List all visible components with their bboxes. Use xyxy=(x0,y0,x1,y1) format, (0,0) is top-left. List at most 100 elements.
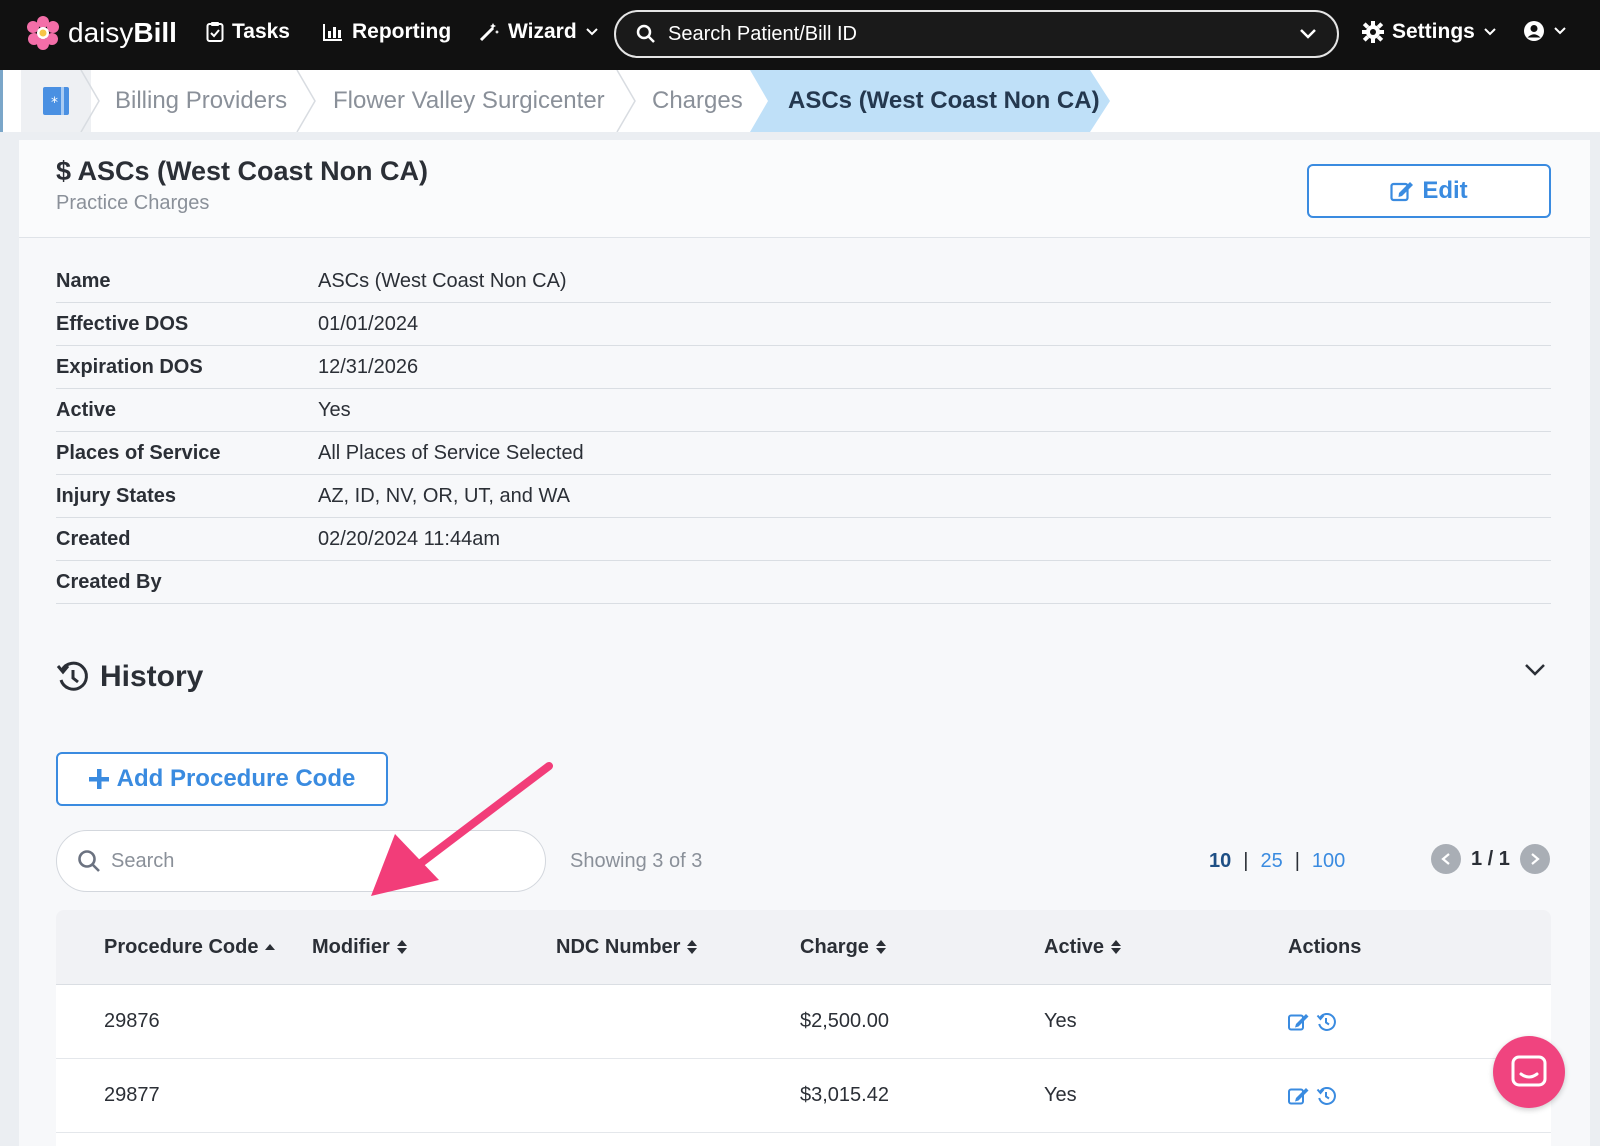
detail-row: Name ASCs (West Coast Non CA) xyxy=(56,260,1551,303)
chevron-down-icon[interactable] xyxy=(1524,663,1546,677)
breadcrumb-current: ASCs (West Coast Non CA) xyxy=(788,87,1100,114)
nav-settings-label: Settings xyxy=(1392,20,1475,43)
table-row-partial xyxy=(56,1133,1551,1146)
nav-settings[interactable]: Settings xyxy=(1362,20,1497,44)
detail-label: Active xyxy=(56,398,117,421)
cell-actions xyxy=(1288,1086,1488,1106)
procedure-codes-table: Procedure Code Modifier NDC Number Charg… xyxy=(56,910,1551,1146)
top-nav: daisyBill Tasks Reporting Wizard Search … xyxy=(0,0,1600,70)
sort-icon xyxy=(875,940,886,954)
prev-page-button[interactable] xyxy=(1431,844,1461,874)
card-header: $ ASCs (West Coast Non CA) Practice Char… xyxy=(19,140,1590,238)
edit-icon[interactable] xyxy=(1288,1012,1310,1032)
brand-name: daisyBill xyxy=(68,17,177,48)
breadcrumb: * Billing Providers Flower Valley Surgic… xyxy=(0,70,1600,132)
nav-tasks[interactable]: Tasks xyxy=(206,20,290,44)
page-size-selector: 10 | 25 | 100 xyxy=(1209,850,1345,873)
showing-count: Showing 3 of 3 xyxy=(570,850,703,872)
column-header-label: NDC Number xyxy=(556,935,681,958)
home-app-icon: * xyxy=(43,87,69,115)
history-icon[interactable] xyxy=(1316,1012,1336,1032)
sort-icon xyxy=(1111,940,1122,954)
history-icon[interactable] xyxy=(1316,1086,1336,1106)
detail-row: Effective DOS 01/01/2024 xyxy=(56,303,1551,346)
clipboard-check-icon xyxy=(206,22,224,42)
col-active[interactable]: Active xyxy=(1044,936,1288,959)
annotation-arrow-icon xyxy=(371,762,553,896)
detail-row: Expiration DOS 12/31/2026 xyxy=(56,346,1551,389)
daisy-flower-icon xyxy=(27,16,59,50)
magic-wand-icon xyxy=(479,23,499,42)
breadcrumb-billing-providers[interactable]: Billing Providers xyxy=(115,70,287,132)
table-row: 29877 $3,015.42 Yes xyxy=(56,1059,1551,1133)
chat-button[interactable] xyxy=(1493,1036,1565,1108)
add-procedure-code-button[interactable]: Add Procedure Code xyxy=(56,752,388,806)
history-section-header[interactable]: History xyxy=(56,660,203,694)
detail-label: Injury States xyxy=(56,484,177,507)
page-subtitle: Practice Charges xyxy=(56,192,210,214)
breadcrumb-separator xyxy=(616,70,636,132)
breadcrumb-flower-valley[interactable]: Flower Valley Surgicenter xyxy=(333,70,605,132)
user-menu[interactable] xyxy=(1523,20,1567,42)
chevron-right-icon xyxy=(1531,853,1540,865)
col-modifier[interactable]: Modifier xyxy=(312,936,556,959)
bar-chart-icon xyxy=(323,24,342,41)
detail-value: 01/01/2024 xyxy=(318,312,419,335)
table-row: 29876 $2,500.00 Yes xyxy=(56,985,1551,1059)
user-avatar-icon xyxy=(1524,21,1544,41)
breadcrumb-separator xyxy=(80,70,100,132)
sort-icon xyxy=(687,940,698,954)
detail-row: Created By xyxy=(56,561,1551,604)
detail-row: Active Yes xyxy=(56,389,1551,432)
patient-bill-search[interactable]: Search Patient/Bill ID xyxy=(614,10,1339,58)
breadcrumb-charges[interactable]: Charges xyxy=(652,70,743,132)
page-size-25[interactable]: 25 xyxy=(1260,850,1282,873)
detail-row: Places of Service All Places of Service S… xyxy=(56,432,1551,475)
edit-button[interactable]: Edit xyxy=(1307,164,1551,218)
add-procedure-code-label: Add Procedure Code xyxy=(116,765,356,792)
search-icon xyxy=(636,24,655,43)
col-charge[interactable]: Charge xyxy=(800,936,1044,959)
column-header-label: Procedure Code xyxy=(104,935,259,958)
chevron-down-icon xyxy=(585,28,598,36)
nav-tasks-label: Tasks xyxy=(232,20,290,43)
detail-value: AZ, ID, NV, OR, UT, and WA xyxy=(318,484,570,507)
edit-icon[interactable] xyxy=(1288,1086,1310,1106)
search-placeholder: Search Patient/Bill ID xyxy=(668,22,857,45)
page-size-10[interactable]: 10 xyxy=(1209,850,1231,873)
page-size-100[interactable]: 100 xyxy=(1312,850,1345,873)
column-header-label: Modifier xyxy=(312,935,390,958)
gear-icon xyxy=(1362,21,1384,43)
page-indicator: 1 / 1 xyxy=(1471,847,1510,870)
page-title: $ ASCs (West Coast Non CA) xyxy=(56,156,429,186)
detail-label: Name xyxy=(56,269,111,292)
nav-wizard-label: Wizard xyxy=(508,20,577,43)
next-page-button[interactable] xyxy=(1519,844,1550,874)
detail-label: Created xyxy=(56,527,131,550)
detail-label: Created By xyxy=(56,570,162,593)
column-header-label: Actions xyxy=(1288,935,1362,958)
nav-reporting[interactable]: Reporting xyxy=(322,20,451,44)
detail-value: ASCs (West Coast Non CA) xyxy=(318,269,567,292)
col-actions: Actions xyxy=(1288,936,1488,959)
history-icon xyxy=(56,661,88,691)
column-header-label: Charge xyxy=(800,935,869,958)
cell-procedure-code: 29877 xyxy=(104,1084,160,1106)
daisybill-logo[interactable]: daisyBill xyxy=(26,16,177,50)
cell-procedure-code: 29876 xyxy=(104,1010,160,1032)
detail-value: 12/31/2026 xyxy=(318,355,419,378)
detail-row: Injury States AZ, ID, NV, OR, UT, and WA xyxy=(56,475,1551,518)
cell-active: Yes xyxy=(1044,1084,1077,1106)
nav-wizard[interactable]: Wizard xyxy=(478,20,599,44)
detail-value: 02/20/2024 11:44am xyxy=(318,527,501,550)
detail-label: Places of Service xyxy=(56,441,221,464)
chevron-down-icon[interactable] xyxy=(1299,28,1317,40)
column-header-label: Active xyxy=(1044,935,1105,958)
col-procedure-code[interactable]: Procedure Code xyxy=(104,936,312,959)
search-icon xyxy=(78,850,100,872)
cell-charge: $2,500.00 xyxy=(800,1010,889,1032)
edit-button-label: Edit xyxy=(1422,177,1468,204)
table-header: Procedure Code Modifier NDC Number Charg… xyxy=(56,910,1551,985)
col-ndc-number[interactable]: NDC Number xyxy=(556,936,800,959)
cell-actions xyxy=(1288,1012,1488,1032)
